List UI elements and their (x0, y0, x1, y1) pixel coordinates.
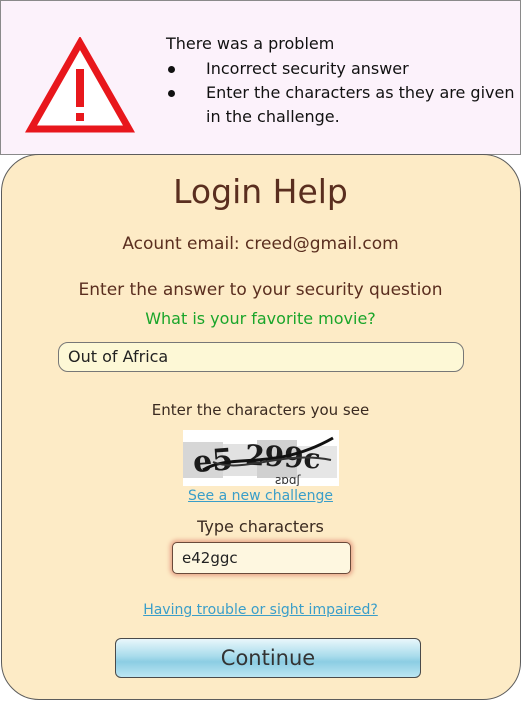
account-email: Acount email: creed@gmail.com (122, 234, 399, 254)
bullet-icon (168, 90, 175, 97)
bullet-icon (168, 66, 175, 73)
accessibility-help-link[interactable]: Having trouble or sight impaired? (0, 602, 521, 618)
error-item: Enter the characters as they are given i… (166, 81, 516, 129)
captcha-prompt: Enter the characters you see (151, 401, 370, 419)
security-question: What is your favorite movie? (145, 309, 376, 328)
error-banner: There was a problem Incorrect security a… (0, 0, 521, 155)
error-item-text: Incorrect security answer (206, 59, 409, 78)
page-title: Login Help (173, 172, 348, 211)
captcha-input[interactable]: e42ggc (172, 542, 351, 574)
error-item: Incorrect security answer (166, 57, 516, 81)
error-title: There was a problem (166, 34, 335, 53)
warning-triangle-icon (25, 37, 135, 133)
error-item-text: Enter the characters as they are given i… (206, 83, 515, 126)
security-answer-input[interactable]: Out of Africa (58, 342, 464, 372)
error-list: Incorrect security answer Enter the char… (166, 57, 516, 129)
new-challenge-link[interactable]: See a new challenge (0, 488, 521, 504)
security-answer-prompt: Enter the answer to your security questi… (78, 280, 443, 300)
svg-text:ƨɒɑʃ: ƨɒɑʃ (275, 473, 301, 486)
captcha-image: e5 299c ƨɒɑʃ (183, 430, 339, 486)
continue-button[interactable]: Continue (115, 638, 421, 678)
type-characters-label: Type characters (197, 517, 324, 536)
